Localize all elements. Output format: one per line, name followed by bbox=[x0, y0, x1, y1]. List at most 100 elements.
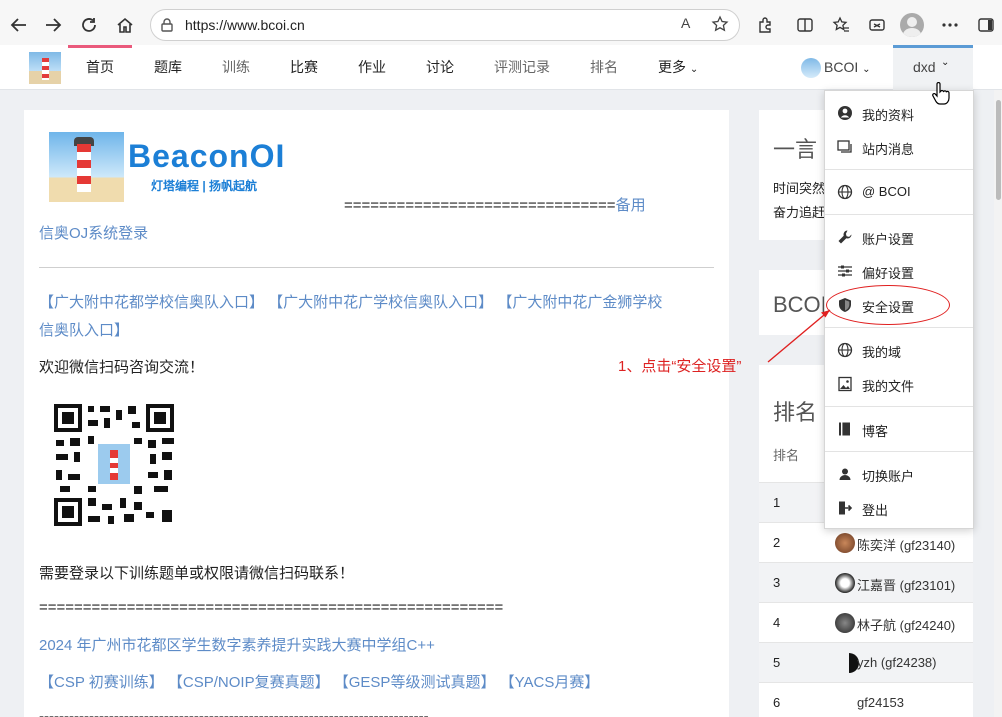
menu-item-label: @ BCOI bbox=[862, 184, 911, 199]
rank-num: 1 bbox=[773, 495, 781, 510]
tag-links[interactable]: 【CSP 初赛训练】 【CSP/NOIP复赛真题】 【GESP等级测试真题】 【… bbox=[39, 674, 599, 691]
menu-item-domain[interactable]: @ BCOI bbox=[825, 177, 973, 207]
lock-icon[interactable] bbox=[159, 17, 175, 38]
menu-item-label: 切换账户 bbox=[862, 469, 915, 484]
menu-divider bbox=[825, 327, 973, 328]
nav-contest[interactable]: 比赛 bbox=[290, 45, 318, 90]
menu-item-messages[interactable]: 站内消息 bbox=[825, 132, 973, 162]
rank-num: 2 bbox=[773, 535, 781, 550]
browser-essentials-icon[interactable] bbox=[864, 12, 890, 38]
menu-item-label: 账户设置 bbox=[862, 232, 915, 247]
menu-divider bbox=[825, 451, 973, 452]
messages-icon bbox=[837, 139, 853, 155]
nav-training[interactable]: 训练 bbox=[222, 45, 250, 90]
nav-records[interactable]: 评测记录 bbox=[494, 45, 550, 90]
entries-wrap: 【广大附中花都学校信奥队入口】 【广大附中花广学校信奥队入口】 【广大附中花广金… bbox=[39, 291, 662, 312]
backup-login-link[interactable]: 信奥OJ系统登录 bbox=[39, 225, 148, 242]
rank-user[interactable]: 陈奕洋 (gf23140) bbox=[857, 535, 955, 554]
contest-wrap: 2024 年广州市花都区学生数字素养提升实践大赛中学组C++ bbox=[39, 634, 435, 655]
yiyan-text-1: 时间突然 bbox=[773, 181, 826, 196]
wechat-text: 欢迎微信扫码咨询交流！ bbox=[39, 359, 205, 376]
table-row[interactable]: 5 yzh (gf24238) bbox=[759, 642, 973, 682]
home-icon[interactable] bbox=[110, 10, 140, 40]
book-icon bbox=[837, 421, 853, 437]
profile-icon[interactable] bbox=[900, 13, 924, 37]
equals-line: ========================================… bbox=[39, 599, 504, 616]
chevron-down-icon: ⌄ bbox=[862, 64, 871, 75]
nav-homework[interactable]: 作业 bbox=[358, 45, 386, 90]
site-nav: 首页 题库 训练 比赛 作业 讨论 评测记录 排名 更多 ⌄ BCOI ⌄ dx… bbox=[0, 45, 1002, 90]
address-bar[interactable]: https://www.bcoi.cn A bbox=[150, 9, 740, 41]
logout-icon bbox=[837, 500, 853, 516]
more-icon[interactable] bbox=[937, 12, 963, 38]
menu-item-label: 我的域 bbox=[862, 345, 902, 360]
favorite-star-icon[interactable] bbox=[711, 15, 729, 38]
menu-item-label: 博客 bbox=[862, 424, 889, 439]
menu-item-logout[interactable]: 登出 bbox=[825, 493, 973, 523]
entries-links-2[interactable]: 信奥队入口】 bbox=[39, 322, 129, 339]
table-row[interactable]: 3 江嘉晋 (gf23101) bbox=[759, 562, 973, 602]
back-icon[interactable] bbox=[4, 10, 34, 40]
wechat-qr-code bbox=[38, 392, 188, 540]
nav-home[interactable]: 首页 bbox=[68, 45, 132, 90]
contest-link[interactable]: 2024 年广州市花都区学生数字素养提升实践大赛中学组C++ bbox=[39, 637, 435, 654]
backup-line: ===============================备用 bbox=[344, 194, 646, 215]
page-scrollbar[interactable] bbox=[994, 90, 1002, 717]
globe-icon bbox=[837, 184, 853, 200]
menu-item-label: 偏好设置 bbox=[862, 266, 915, 281]
chevron-down-icon: ⌄ bbox=[689, 64, 699, 75]
lighthouse-logo bbox=[49, 132, 124, 202]
site-logo[interactable] bbox=[29, 52, 61, 84]
menu-item-my-files[interactable]: 我的文件 bbox=[825, 369, 973, 399]
divider bbox=[39, 267, 714, 268]
chevron-down-icon: ⌄ bbox=[941, 57, 950, 68]
rank-user[interactable]: gf24153 bbox=[857, 695, 904, 710]
yiyan-title: 一言 bbox=[773, 137, 818, 162]
read-aloud-icon[interactable]: A bbox=[681, 15, 690, 31]
login-text: 需要登录以下训练题单或权限请微信扫码联系！ bbox=[39, 565, 355, 582]
sidebar-icon[interactable] bbox=[973, 12, 999, 38]
refresh-icon[interactable] bbox=[74, 10, 104, 40]
rank-num: 4 bbox=[773, 615, 781, 630]
forward-icon[interactable] bbox=[38, 10, 68, 40]
url-text[interactable]: https://www.bcoi.cn bbox=[185, 17, 305, 33]
menu-item-account-settings[interactable]: 账户设置 bbox=[825, 222, 973, 252]
domain-switcher[interactable]: BCOI ⌄ bbox=[801, 45, 871, 90]
domain-avatar bbox=[801, 58, 821, 79]
annotation-text: 1、点击“安全设置” bbox=[618, 358, 742, 375]
equals-prefix: =============================== bbox=[344, 197, 616, 214]
user-label: dxd bbox=[913, 59, 936, 75]
entries-links[interactable]: 【广大附中花都学校信奥队入口】 【广大附中花广学校信奥队入口】 【广大附中花广金… bbox=[39, 294, 662, 311]
avatar bbox=[835, 573, 855, 593]
sliders-icon bbox=[837, 263, 853, 279]
menu-item-label: 我的资料 bbox=[862, 108, 915, 123]
favorites-icon[interactable] bbox=[828, 12, 854, 38]
backup-link[interactable]: 备用 bbox=[616, 197, 646, 214]
menu-item-my-domains[interactable]: 我的域 bbox=[825, 335, 973, 365]
brand-tagline: 灯塔编程 | 扬帆起航 bbox=[151, 179, 258, 193]
nav-discuss[interactable]: 讨论 bbox=[426, 45, 454, 90]
brand-name: BeaconOI bbox=[128, 138, 286, 174]
annotation-highlight bbox=[826, 285, 950, 325]
split-screen-icon[interactable] bbox=[792, 12, 818, 38]
nav-ranking[interactable]: 排名 bbox=[590, 45, 618, 90]
nav-more[interactable]: 更多 ⌄ bbox=[658, 45, 698, 90]
browser-toolbar: https://www.bcoi.cn A bbox=[0, 0, 1002, 50]
table-row[interactable]: 6 gf24153 bbox=[759, 682, 973, 717]
menu-divider bbox=[825, 406, 973, 407]
table-row[interactable]: 4 林子航 (gf24240) bbox=[759, 602, 973, 642]
menu-item-blog[interactable]: 博客 bbox=[825, 414, 973, 444]
rank-user[interactable]: 林子航 (gf24240) bbox=[857, 615, 955, 634]
annotation-arrow bbox=[767, 309, 831, 363]
nav-problems[interactable]: 题库 bbox=[154, 45, 182, 90]
menu-item-preferences[interactable]: 偏好设置 bbox=[825, 256, 973, 286]
dash-line: ----------------------------------------… bbox=[39, 708, 429, 717]
ranking-title: 排名 bbox=[773, 400, 818, 425]
menu-item-label: 站内消息 bbox=[862, 142, 915, 157]
scrollbar-thumb[interactable] bbox=[996, 100, 1001, 200]
extensions-icon[interactable] bbox=[752, 12, 778, 38]
menu-item-switch-account[interactable]: 切换账户 bbox=[825, 459, 973, 489]
rank-user[interactable]: yzh (gf24238) bbox=[857, 655, 937, 670]
rank-user[interactable]: 江嘉晋 (gf23101) bbox=[857, 575, 955, 594]
ranking-column-header: 排名 bbox=[773, 448, 800, 463]
